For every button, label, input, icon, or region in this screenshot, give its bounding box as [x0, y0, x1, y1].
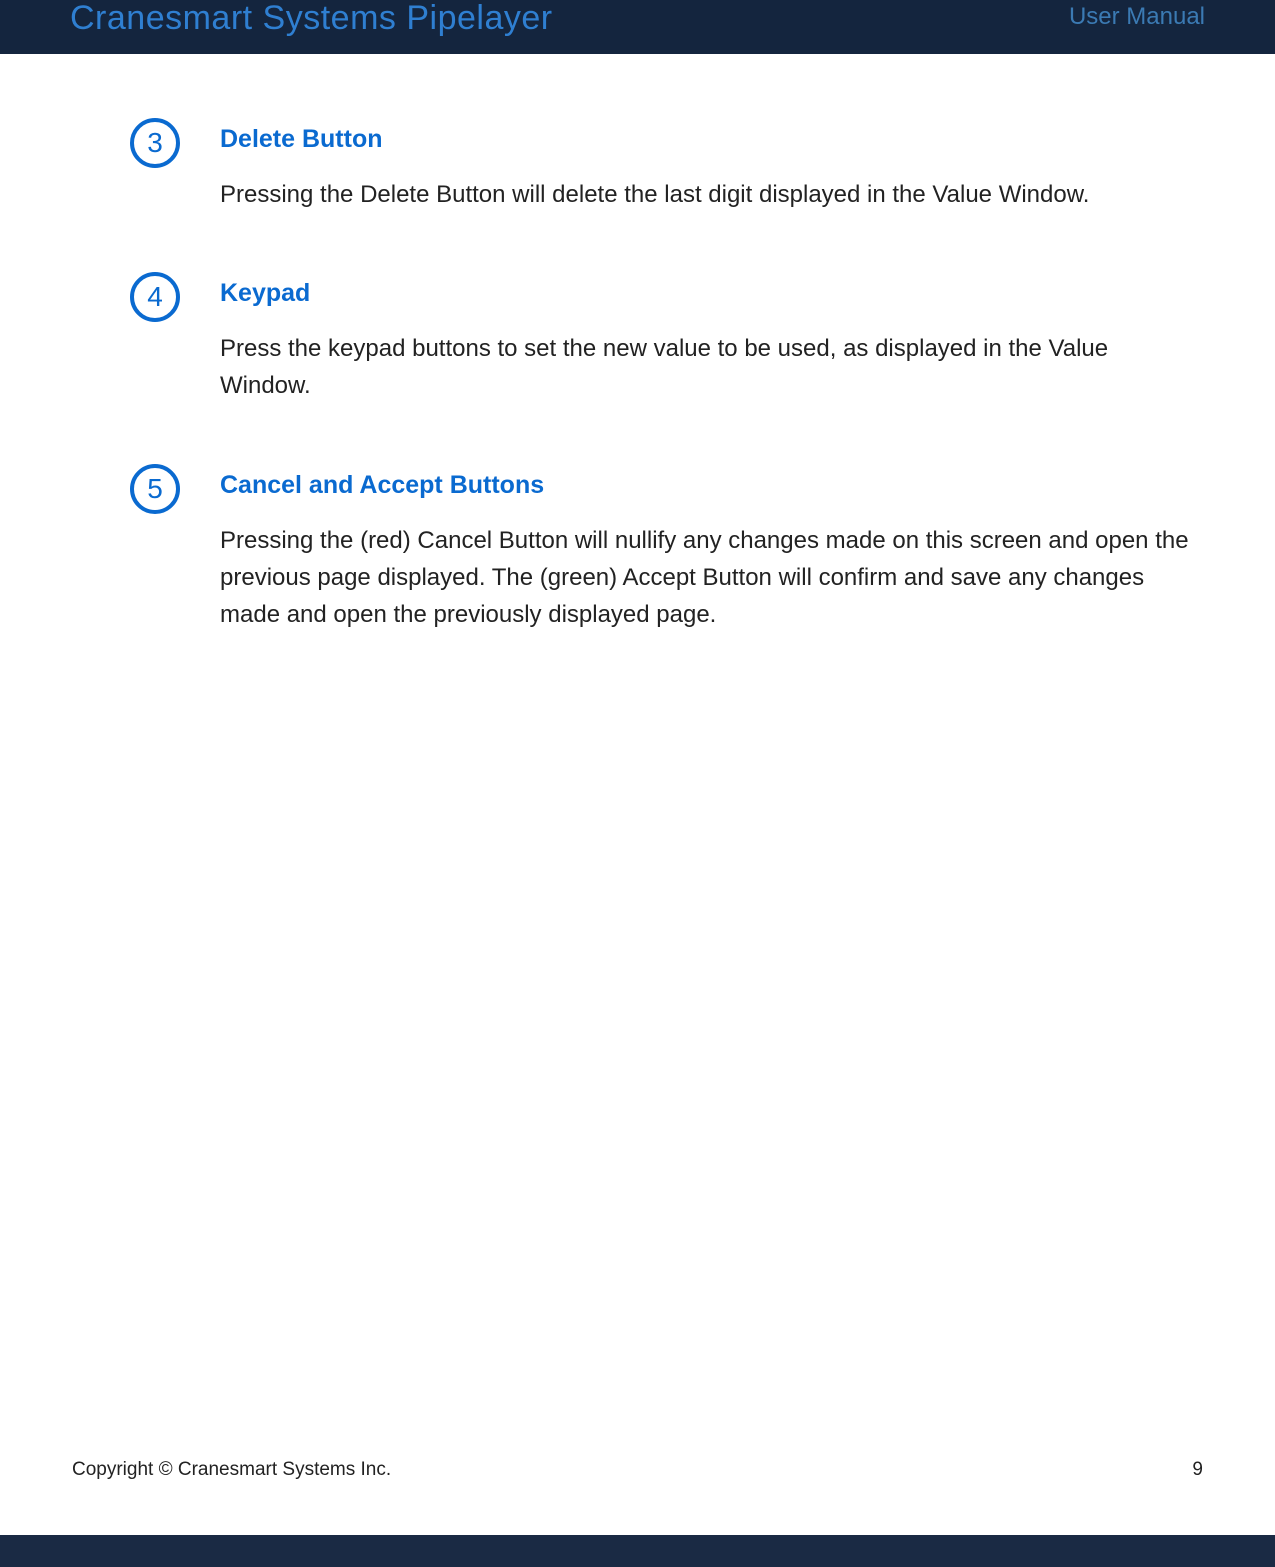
document-subtitle: User Manual	[1069, 0, 1205, 30]
list-item: 5 Cancel and Accept Buttons Pressing the…	[70, 470, 1205, 634]
list-item: 3 Delete Button Pressing the Delete Butt…	[70, 124, 1205, 213]
step-number-icon: 4	[130, 272, 180, 322]
page-number: 9	[1192, 1459, 1203, 1481]
list-item-body: Delete Button Pressing the Delete Button…	[220, 124, 1205, 213]
bottom-decorative-band	[0, 1535, 1275, 1567]
copyright-text: Copyright © Cranesmart Systems Inc.	[72, 1459, 391, 1481]
item-text: Pressing the Delete Button will delete t…	[220, 176, 1195, 213]
item-text: Pressing the (red) Cancel Button will nu…	[220, 522, 1195, 634]
list-item-body: Cancel and Accept Buttons Pressing the (…	[220, 470, 1205, 634]
document-title: Cranesmart Systems Pipelayer	[70, 0, 553, 37]
step-number-icon: 3	[130, 118, 180, 168]
item-text: Press the keypad buttons to set the new …	[220, 330, 1195, 404]
page-footer: Copyright © Cranesmart Systems Inc. 9	[0, 1459, 1275, 1481]
item-heading: Keypad	[220, 278, 1195, 308]
list-item: 4 Keypad Press the keypad buttons to set…	[70, 278, 1205, 404]
item-heading: Cancel and Accept Buttons	[220, 470, 1195, 500]
item-heading: Delete Button	[220, 124, 1195, 154]
step-number-icon: 5	[130, 464, 180, 514]
page-content: 3 Delete Button Pressing the Delete Butt…	[0, 54, 1275, 633]
list-item-body: Keypad Press the keypad buttons to set t…	[220, 278, 1205, 404]
page-header: Cranesmart Systems Pipelayer User Manual	[0, 0, 1275, 54]
